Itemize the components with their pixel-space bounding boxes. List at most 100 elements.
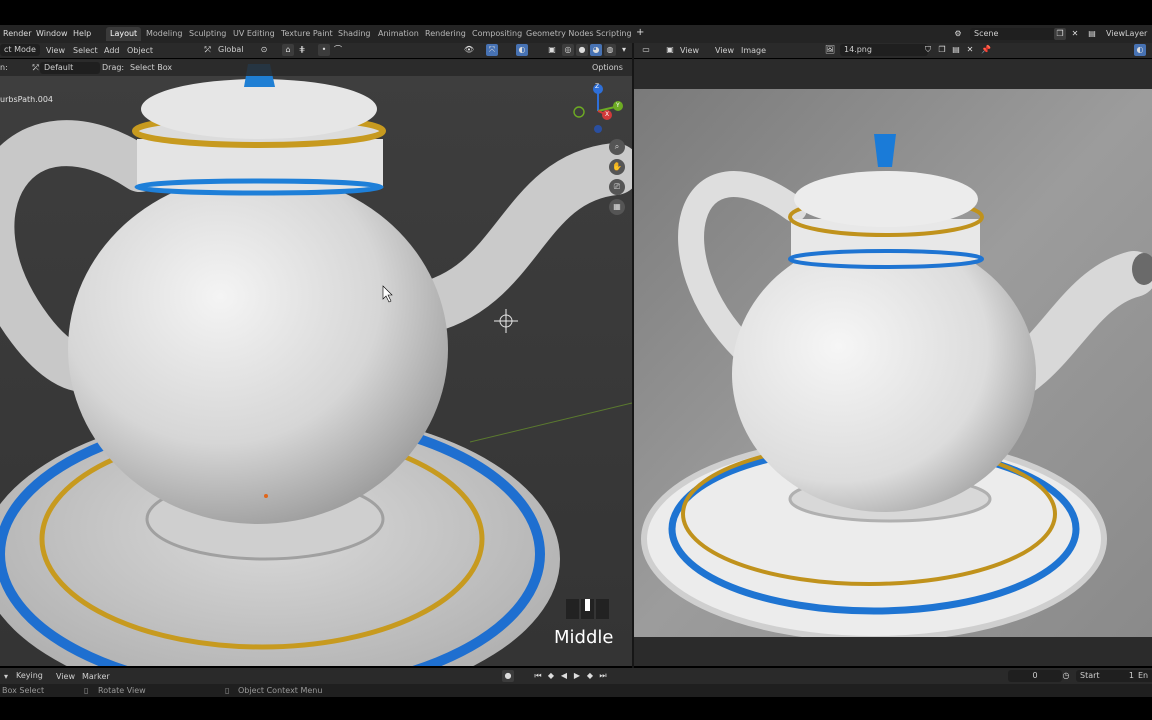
solid-shading-icon[interactable]: ● [576, 44, 588, 56]
render-image [634, 89, 1152, 666]
rendered-shading-icon[interactable]: ◍ [604, 44, 616, 56]
mode-selector[interactable]: ct Mode [0, 44, 40, 56]
add-workspace-button[interactable]: + [636, 27, 644, 38]
mouse-right-button [596, 599, 609, 619]
prev-keyframe-icon[interactable]: ◆ [545, 670, 557, 682]
tab-layout[interactable]: Layout [106, 27, 142, 41]
3d-viewport[interactable]: urbsPath.004 Z Y X ⌕ ✋ ⎚ ▦ Middle [0, 59, 632, 666]
editor-type-icon[interactable]: ▭ [640, 44, 652, 56]
orientation-icon: ⤱ [204, 45, 212, 54]
image-overlay-icon[interactable]: ◐ [1134, 44, 1146, 56]
current-frame-value: 0 [1032, 671, 1038, 680]
viewlayer-label: ViewLayer [1106, 29, 1148, 38]
timeline-menu-marker[interactable]: Marker [82, 672, 110, 681]
drag-selector[interactable]: Select Box [126, 62, 184, 74]
image-editor-header: ▭ ▣ View View Image 🖼 14.png ⛉ ❐ ▤ ✕ 📌 ◐ [634, 43, 1152, 58]
menu-view[interactable]: View [46, 46, 65, 55]
scene-selector[interactable]: Scene [970, 28, 1058, 40]
visibility-icon[interactable]: 👁 [463, 44, 475, 56]
new-image-icon[interactable]: ❐ [936, 44, 948, 56]
pivot-icon[interactable]: ⊙ [258, 44, 270, 56]
tab-geometry-nodes[interactable]: Geometry Nodes [522, 27, 597, 41]
menu-window[interactable]: Window [36, 29, 68, 38]
tab-sculpting[interactable]: Sculpting [185, 27, 230, 41]
transform-orientation-selector[interactable]: Default [40, 62, 100, 74]
play-icon[interactable]: ▶ [571, 670, 583, 682]
mouse-button-indicator [566, 599, 612, 619]
tab-texture-paint[interactable]: Texture Paint [277, 27, 337, 41]
view-dropdown[interactable]: View [680, 46, 699, 55]
overlay-icon[interactable]: ◐ [516, 44, 528, 56]
keying-dropdown[interactable]: Keying [12, 670, 58, 682]
image-browse-icon[interactable]: 🖼 [824, 44, 836, 56]
transform-orientation-value: Default [44, 63, 74, 72]
menu-help[interactable]: Help [73, 29, 91, 38]
tab-rendering[interactable]: Rendering [421, 27, 470, 41]
image-name: 14.png [844, 45, 872, 54]
jump-end-icon[interactable]: ⏭ [597, 670, 609, 682]
tab-compositing[interactable]: Compositing [468, 27, 526, 41]
orientation-selector[interactable]: Global [214, 44, 258, 56]
image-name-field[interactable]: 14.png [840, 44, 928, 56]
camera-icon[interactable]: ⎚ [609, 179, 625, 195]
grid-perspective-icon[interactable]: ▦ [609, 199, 625, 215]
gizmo-x-label: X [605, 111, 610, 118]
mouse-left-button [566, 599, 579, 619]
options-label: Options [592, 63, 623, 72]
viewlayer-selector[interactable]: ViewLayer [1102, 28, 1152, 40]
scene-label: Scene [974, 29, 999, 38]
tab-uv-editing[interactable]: UV Editing [229, 27, 279, 41]
shading-dropdown-icon[interactable]: ▾ [618, 44, 630, 56]
proportional-edit-icon[interactable]: • [318, 44, 330, 56]
menu-render[interactable]: Render [3, 29, 31, 38]
timeline-playback-dropdown[interactable]: ▾ [4, 672, 8, 681]
tab-modeling[interactable]: Modeling [142, 27, 186, 41]
tab-animation[interactable]: Animation [374, 27, 423, 41]
end-frame-field[interactable]: En [1136, 670, 1152, 682]
pan-hand-icon[interactable]: ✋ [609, 159, 625, 175]
fake-user-icon[interactable]: ⛉ [922, 44, 934, 56]
image-editor-viewport[interactable] [634, 59, 1152, 666]
tab-shading[interactable]: Shading [334, 27, 375, 41]
keying-label: Keying [16, 671, 43, 680]
menu-add[interactable]: Add [104, 46, 120, 55]
mouse-middle-button [581, 599, 594, 619]
status-rotate-view: Rotate View [98, 686, 146, 695]
start-label: Start [1080, 671, 1100, 680]
close-scene-icon[interactable]: ✕ [1069, 28, 1081, 40]
options-dropdown[interactable]: Options [588, 62, 634, 74]
timeline-header: ▾ Keying View Marker ● ⏮ ◆ ◀ ▶ ◆ ⏭ 0 ◷ S… [0, 668, 1152, 684]
jump-start-icon[interactable]: ⏮ [532, 670, 544, 682]
mouse-icon: ▯ [84, 686, 89, 695]
record-icon[interactable]: ● [502, 670, 514, 682]
copy-scene-icon[interactable]: ❐ [1054, 28, 1066, 40]
next-keyframe-icon[interactable]: ◆ [584, 670, 596, 682]
open-image-icon[interactable]: ▤ [950, 44, 962, 56]
snap-icon[interactable]: ⌂ [282, 44, 294, 56]
gizmo-icon[interactable]: ⤧ [486, 44, 498, 56]
menu-image[interactable]: Image [741, 46, 766, 55]
menu-select[interactable]: Select [73, 46, 98, 55]
play-reverse-icon[interactable]: ◀ [558, 670, 570, 682]
xray-icon[interactable]: ▣ [546, 44, 558, 56]
falloff-icon[interactable]: ⌒ [332, 44, 344, 56]
drag-label: Drag: [102, 63, 125, 72]
timeline-menu-view[interactable]: View [56, 672, 75, 681]
clock-icon: ◷ [1062, 671, 1070, 680]
zoom-icon[interactable]: ⌕ [609, 139, 625, 155]
start-frame-field[interactable]: Start 1 [1076, 670, 1140, 682]
gizmo-y-label: Y [616, 102, 620, 109]
pin-icon[interactable]: 📌 [980, 44, 992, 56]
gizmo-z-label: Z [595, 83, 600, 90]
tool-header: n: ⤱ Default Drag: Select Box Options [0, 59, 632, 76]
tab-scripting[interactable]: Scripting [592, 27, 636, 41]
mouse-middle-active [585, 599, 590, 611]
snap-target-icon[interactable]: ⋕ [296, 44, 308, 56]
menu-object[interactable]: Object [127, 46, 153, 55]
material-shading-icon[interactable]: ◕ [590, 44, 602, 56]
status-bar: Box Select ▯ Rotate View ▯ Object Contex… [0, 684, 1152, 697]
current-frame-field[interactable]: 0 [1008, 670, 1062, 682]
unlink-image-icon[interactable]: ✕ [964, 44, 976, 56]
menu-view-image[interactable]: View [715, 46, 734, 55]
wireframe-shading-icon[interactable]: ◎ [562, 44, 574, 56]
